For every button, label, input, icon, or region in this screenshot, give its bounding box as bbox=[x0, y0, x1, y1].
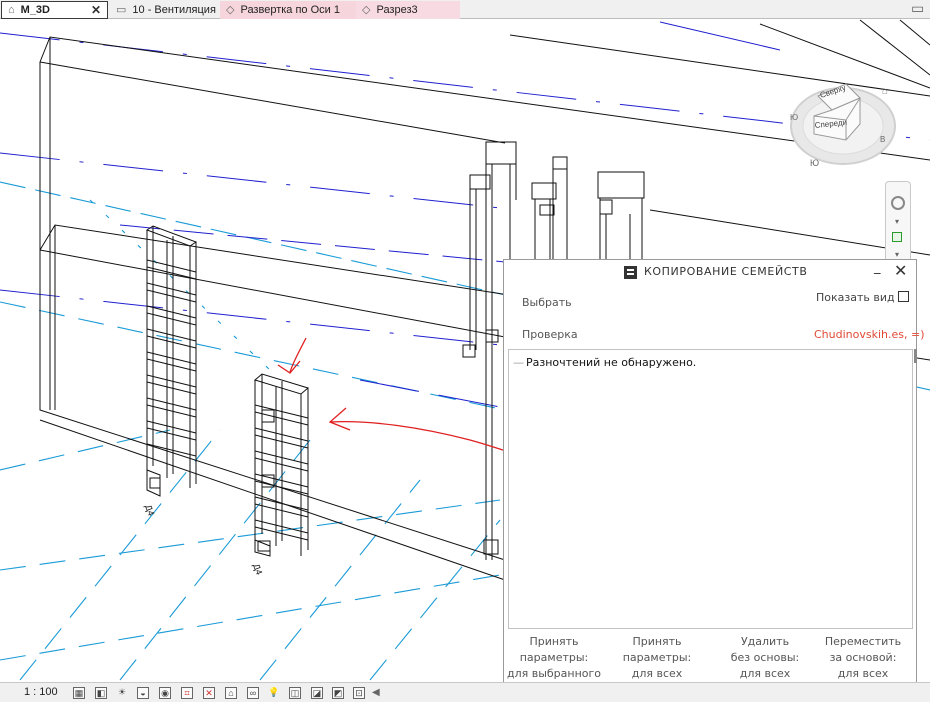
tab-m-3d[interactable]: ⌂ M_3D ✕ bbox=[1, 1, 108, 19]
tab-section[interactable]: ◇ Разрез3 bbox=[356, 1, 460, 19]
zoom-icon[interactable] bbox=[892, 232, 902, 242]
detail-level-icon[interactable]: ▦ bbox=[73, 687, 85, 699]
close-icon[interactable]: ✕ bbox=[91, 3, 101, 17]
show-view-label: Показать вид bbox=[816, 291, 895, 304]
home-icon: ⌂ bbox=[882, 86, 888, 97]
select-button[interactable]: Выбрать bbox=[522, 296, 572, 309]
show-constraints-icon[interactable]: ⊡ bbox=[353, 687, 365, 699]
temp-properties-icon[interactable]: ◫ bbox=[289, 687, 301, 699]
tab-overflow-icon[interactable]: ▭ bbox=[911, 0, 924, 17]
shadows-icon[interactable]: ◒ bbox=[137, 687, 149, 699]
crop-view-icon[interactable]: ⌗ bbox=[181, 687, 193, 699]
crop-region-icon[interactable]: ✕ bbox=[203, 687, 215, 699]
dialog-title: КОПИРОВАНИЕ СЕМЕЙСТВ bbox=[644, 265, 808, 278]
floor-plan-icon: ▭ bbox=[116, 3, 127, 16]
grid-tags: Д4 Д4 bbox=[143, 503, 264, 576]
elevation-icon: ◇ bbox=[226, 3, 235, 16]
log-item: — Разночтений не обнаружено. bbox=[513, 356, 696, 369]
delete-without-host-button[interactable]: Удалить без основы: для всех bbox=[715, 634, 815, 682]
check-button[interactable]: Проверка bbox=[522, 328, 578, 341]
grid-tag-2: Д4 bbox=[251, 562, 264, 576]
tab-ventilation[interactable]: ▭ 10 - Вентиляция bbox=[110, 1, 218, 19]
scrollbar[interactable] bbox=[914, 349, 917, 363]
grid-tag-1: Д4 bbox=[143, 503, 156, 517]
steering-wheel-icon[interactable] bbox=[891, 196, 905, 210]
reveal-hidden-icon[interactable]: 💡 bbox=[268, 687, 280, 699]
viewcube[interactable]: Сверху Спереди Ю В Ю ⌂ bbox=[788, 74, 898, 179]
lock-view-icon[interactable]: ⌂ bbox=[225, 687, 237, 699]
tree-line-icon: — bbox=[513, 356, 524, 369]
minimize-icon[interactable]: _ bbox=[874, 260, 881, 275]
log-output[interactable]: — Разночтений не обнаружено. bbox=[508, 349, 913, 629]
move-with-host-button[interactable]: Переместить за основой: для всех bbox=[813, 634, 913, 682]
riser-right bbox=[253, 373, 310, 557]
compass-e-icon: В bbox=[880, 135, 885, 144]
compass-w-icon: Ю bbox=[790, 113, 798, 122]
log-message: Разночтений не обнаружено. bbox=[526, 356, 697, 369]
dialog-titlebar[interactable]: КОПИРОВАНИЕ СЕМЕЙСТВ _ ✕ bbox=[504, 260, 916, 284]
analytical-model-icon[interactable]: ◪ bbox=[311, 687, 323, 699]
view-tab-bar: ⌂ M_3D ✕ ▭ 10 - Вентиляция ◇ Развертка п… bbox=[0, 0, 930, 19]
chevron-down-icon[interactable]: ▾ bbox=[895, 217, 899, 226]
close-icon[interactable]: ✕ bbox=[894, 261, 907, 280]
view-control-bar: 1 : 100 ▦ ◧ ☀ ◒ ◉ ⌗ ✕ ⌂ ∞ 💡 ◫ ◪ ◩ ⊡ ◀ bbox=[0, 682, 930, 702]
riser-left bbox=[145, 225, 198, 497]
chevron-down-icon-2[interactable]: ▾ bbox=[895, 250, 899, 259]
tab-elevation[interactable]: ◇ Развертка по Оси 1 bbox=[220, 1, 356, 19]
tab-label: M_3D bbox=[20, 4, 50, 16]
app-logo-icon bbox=[624, 266, 637, 279]
render-icon[interactable]: ◉ bbox=[159, 687, 171, 699]
sun-path-icon[interactable]: ☀ bbox=[116, 687, 128, 699]
section-icon: ◇ bbox=[362, 3, 371, 16]
accept-selected-button[interactable]: Принять параметры: для выбранного bbox=[504, 634, 604, 682]
tab-label: Развертка по Оси 1 bbox=[240, 4, 340, 16]
accept-all-button[interactable]: Принять параметры: для всех bbox=[607, 634, 707, 682]
show-view-checkbox[interactable] bbox=[898, 291, 909, 302]
scroll-left-icon[interactable]: ◀ bbox=[372, 687, 380, 698]
tab-label: Разрез3 bbox=[376, 4, 418, 16]
compass-s-icon: Ю bbox=[810, 158, 819, 168]
copy-families-dialog: КОПИРОВАНИЕ СЕМЕЙСТВ _ ✕ Выбрать Показат… bbox=[503, 259, 925, 686]
visual-style-icon[interactable]: ◧ bbox=[95, 687, 107, 699]
highlight-displacement-icon[interactable]: ◩ bbox=[332, 687, 344, 699]
hide-isolate-icon[interactable]: ∞ bbox=[247, 687, 259, 699]
tab-label: 10 - Вентиляция bbox=[132, 4, 216, 16]
house-icon: ⌂ bbox=[8, 3, 15, 16]
scale-selector[interactable]: 1 : 100 bbox=[24, 686, 58, 698]
user-link[interactable]: Chudinovskih.es, =) bbox=[814, 328, 925, 341]
